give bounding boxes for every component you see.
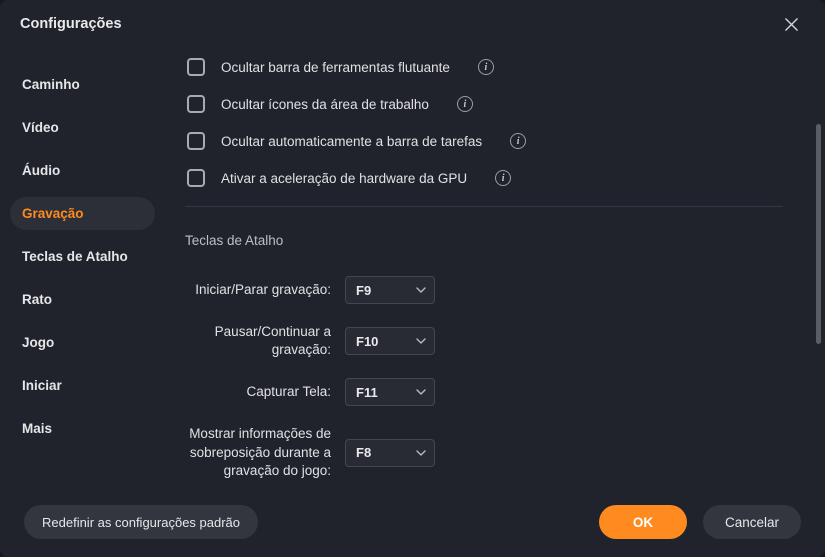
option-label: Ocultar barra de ferramentas flutuante — [221, 60, 450, 75]
reset-defaults-button[interactable]: Redefinir as configurações padrão — [24, 505, 258, 539]
hotkey-label: Pausar/Continuar a gravação: — [185, 323, 345, 359]
hotkey-row: Capturar Tela: F11 — [185, 378, 783, 406]
hotkey-label: Mostrar informações de sobreposição dura… — [185, 425, 345, 480]
chevron-down-icon — [416, 336, 426, 346]
hotkey-label: Iniciar/Parar gravação: — [185, 281, 345, 299]
option-row: Ocultar barra de ferramentas flutuante i — [185, 58, 783, 76]
option-row: Ativar a aceleração de hardware da GPU i — [185, 169, 783, 187]
info-icon[interactable]: i — [510, 133, 526, 149]
hotkey-row: Iniciar/Parar gravação: F9 — [185, 276, 783, 304]
hotkey-select-overlay-info[interactable]: F8 — [345, 439, 435, 467]
scrollbar[interactable] — [815, 54, 821, 481]
main-panel: Ocultar barra de ferramentas flutuante i… — [165, 48, 825, 487]
divider — [185, 206, 783, 207]
sidebar-item-audio[interactable]: Áudio — [10, 154, 155, 187]
sidebar-item-video[interactable]: Vídeo — [10, 111, 155, 144]
chevron-down-icon — [416, 448, 426, 458]
checkbox-gpu-hw-accel[interactable] — [187, 169, 205, 187]
hotkey-value: F10 — [356, 334, 416, 349]
close-button[interactable] — [777, 10, 805, 38]
option-row: Ocultar automaticamente a barra de taref… — [185, 132, 783, 150]
sidebar: Caminho Vídeo Áudio Gravação Teclas de A… — [0, 48, 165, 487]
sidebar-item-jogo[interactable]: Jogo — [10, 326, 155, 359]
option-label: Ativar a aceleração de hardware da GPU — [221, 171, 467, 186]
settings-window: Configurações Caminho Vídeo Áudio Gravaç… — [0, 0, 825, 557]
body: Caminho Vídeo Áudio Gravação Teclas de A… — [0, 48, 825, 487]
option-row: Ocultar ícones da área de trabalho i — [185, 95, 783, 113]
close-icon — [784, 17, 799, 32]
cancel-button[interactable]: Cancelar — [703, 505, 801, 539]
checkbox-auto-hide-taskbar[interactable] — [187, 132, 205, 150]
scroll-area: Ocultar barra de ferramentas flutuante i… — [165, 48, 813, 487]
sidebar-item-mais[interactable]: Mais — [10, 412, 155, 445]
hotkey-select-capture-screen[interactable]: F11 — [345, 378, 435, 406]
hotkey-value: F11 — [356, 385, 416, 400]
chevron-down-icon — [416, 387, 426, 397]
chevron-down-icon — [416, 285, 426, 295]
scrollbar-thumb[interactable] — [816, 124, 821, 344]
hotkey-value: F9 — [356, 283, 416, 298]
hotkey-label: Capturar Tela: — [185, 383, 345, 401]
hotkey-value: F8 — [356, 445, 416, 460]
info-icon[interactable]: i — [457, 96, 473, 112]
option-label: Ocultar ícones da área de trabalho — [221, 97, 429, 112]
checkbox-hide-desktop-icons[interactable] — [187, 95, 205, 113]
titlebar: Configurações — [0, 0, 825, 48]
hotkey-select-start-stop[interactable]: F9 — [345, 276, 435, 304]
sidebar-item-iniciar[interactable]: Iniciar — [10, 369, 155, 402]
option-label: Ocultar automaticamente a barra de taref… — [221, 134, 482, 149]
hotkey-row: Pausar/Continuar a gravação: F10 — [185, 323, 783, 359]
hotkey-row: Mostrar informações de sobreposição dura… — [185, 425, 783, 480]
info-icon[interactable]: i — [478, 59, 494, 75]
sidebar-item-caminho[interactable]: Caminho — [10, 68, 155, 101]
footer: Redefinir as configurações padrão OK Can… — [0, 487, 825, 557]
info-icon[interactable]: i — [495, 170, 511, 186]
sidebar-item-gravacao[interactable]: Gravação — [10, 197, 155, 230]
ok-button[interactable]: OK — [599, 505, 687, 539]
hotkey-select-pause-resume[interactable]: F10 — [345, 327, 435, 355]
window-title: Configurações — [20, 16, 122, 32]
checkbox-hide-floating-toolbar[interactable] — [187, 58, 205, 76]
sidebar-item-rato[interactable]: Rato — [10, 283, 155, 316]
sidebar-item-teclas-de-atalho[interactable]: Teclas de Atalho — [10, 240, 155, 273]
section-header-hotkeys: Teclas de Atalho — [185, 233, 783, 248]
